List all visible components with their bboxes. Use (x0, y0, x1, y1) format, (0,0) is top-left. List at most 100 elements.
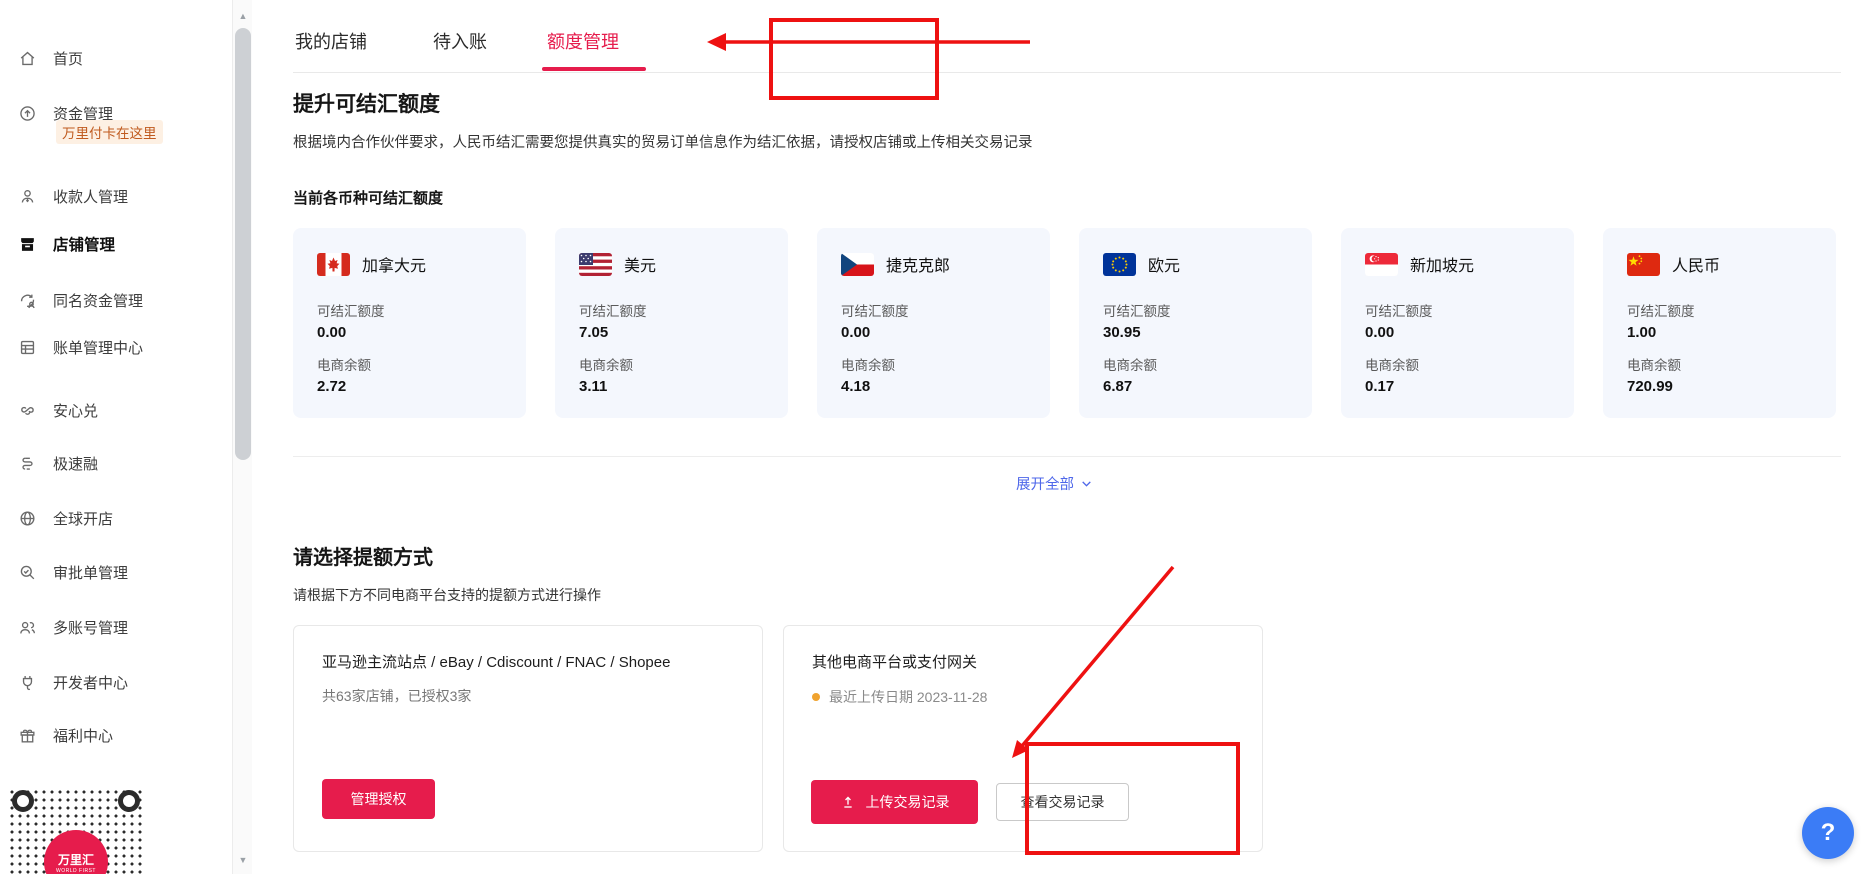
scrollbar-thumb[interactable] (235, 28, 251, 460)
upload-records-button[interactable]: 上传交易记录 (811, 780, 978, 824)
sidebar-item-welfare[interactable]: 福利中心 (18, 723, 113, 747)
expand-all-link[interactable]: 展开全部 (1016, 473, 1093, 494)
currency-name: 人民币 (1672, 252, 1720, 276)
sidebar-item-same-name-funds[interactable]: 同名资金管理 (18, 288, 143, 312)
gift-icon (18, 726, 37, 745)
limit-value: 0.00 (317, 324, 526, 341)
platform-card-title: 亚马逊主流站点 / eBay / Cdiscount / FNAC / Shop… (322, 651, 670, 672)
section-title-quota: 提升可结汇额度 (293, 88, 440, 118)
currency-name: 新加坡元 (1410, 252, 1474, 276)
sidebar-item-label: 极速融 (53, 453, 98, 474)
tab-my-shops[interactable]: 我的店铺 (295, 28, 367, 54)
sidebar-item-shop[interactable]: 店铺管理 (18, 232, 115, 256)
home-icon (18, 49, 37, 68)
balance-label: 电商余额 (1365, 354, 1574, 374)
limit-label: 可结汇额度 (841, 300, 1050, 320)
tab-quota-management[interactable]: 额度管理 (547, 28, 619, 54)
balance-label: 电商余额 (317, 354, 526, 374)
sidebar-item-label: 账单管理中心 (53, 337, 143, 358)
view-records-button[interactable]: 查看交易记录 (996, 783, 1129, 821)
qr-logo: 万里汇 WORLD FIRST (44, 830, 108, 874)
platform-card-subtitle: 共63家店铺，已授权3家 (322, 686, 471, 706)
qr-logo-text: 万里汇 (58, 851, 94, 868)
sidebar-item-label: 福利中心 (53, 725, 113, 746)
china-flag-icon (1627, 253, 1660, 276)
main-content: 我的店铺 待入账 额度管理 提升可结汇额度 根据境内合作伙伴要求，人民币结汇需要… (252, 0, 1861, 874)
other-card-title: 其他电商平台或支付网关 (812, 651, 977, 672)
expand-all-label: 展开全部 (1016, 473, 1074, 494)
vertical-scrollbar[interactable]: ▲ ▼ (232, 0, 252, 874)
limit-label: 可结汇额度 (317, 300, 526, 320)
czech-flag-icon (841, 253, 874, 276)
currency-quota-subtitle: 当前各币种可结汇额度 (293, 187, 443, 208)
limit-label: 可结汇额度 (579, 300, 788, 320)
plug-icon (18, 673, 37, 692)
upload-icon (840, 794, 856, 810)
currency-card-eur: 欧元 可结汇额度 30.95 电商余额 6.87 (1079, 228, 1312, 418)
currency-card-sgd: 新加坡元 可结汇额度 0.00 电商余额 0.17 (1341, 228, 1574, 418)
sidebar-item-anxin-exchange[interactable]: 安心兑 (18, 398, 98, 422)
last-upload-date: 最近上传日期 2023-11-28 (829, 687, 987, 707)
limit-value: 0.00 (841, 324, 1050, 341)
limit-value: 1.00 (1627, 324, 1836, 341)
approval-search-check-icon (18, 563, 37, 582)
sidebar-item-label: 审批单管理 (53, 562, 128, 583)
qr-finder-ring (12, 790, 34, 812)
funds-up-icon (18, 104, 37, 123)
currency-card-cad: 加拿大元 可结汇额度 0.00 电商余额 2.72 (293, 228, 526, 418)
sidebar-item-bill-center[interactable]: 账单管理中心 (18, 335, 143, 359)
sidebar: 首页 资金管理 万里付卡在这里 收款人管理 店铺管理 同名资金管理 账单管理中心… (0, 0, 232, 874)
sidebar-item-multi-account[interactable]: 多账号管理 (18, 615, 128, 639)
active-tab-underline (542, 67, 646, 71)
transfer-person-icon (18, 291, 37, 310)
tabs-divider (293, 72, 1841, 73)
sidebar-item-label: 开发者中心 (53, 672, 128, 693)
sidebar-item-label: 安心兑 (53, 400, 98, 421)
balance-label: 电商余额 (1627, 354, 1836, 374)
limit-label: 可结汇额度 (1103, 300, 1312, 320)
section-description-method: 请根据下方不同电商平台支持的提额方式进行操作 (293, 585, 601, 605)
upload-records-label: 上传交易记录 (866, 792, 950, 812)
sidebar-item-speed-loan[interactable]: 极速融 (18, 451, 98, 475)
tab-pending[interactable]: 待入账 (433, 28, 487, 54)
currency-name: 捷克克郎 (886, 252, 950, 276)
singapore-flag-icon (1365, 253, 1398, 276)
sidebar-item-label: 店铺管理 (53, 233, 115, 255)
last-upload-row: 最近上传日期 2023-11-28 (812, 687, 987, 707)
scrollbar-down-arrow[interactable]: ▼ (233, 850, 253, 870)
scrollbar-up-arrow[interactable]: ▲ (233, 6, 253, 26)
balance-value: 2.72 (317, 378, 526, 395)
payee-person-icon (18, 187, 37, 206)
sidebar-item-developer[interactable]: 开发者中心 (18, 670, 128, 694)
currency-card-row: 加拿大元 可结汇额度 0.00 电商余额 2.72 美元 可结汇额度 7.05 … (293, 228, 1836, 418)
eu-flag-icon (1103, 253, 1136, 276)
sidebar-item-label: 同名资金管理 (53, 290, 143, 311)
balance-value: 720.99 (1627, 378, 1836, 395)
help-button[interactable]: ? (1802, 807, 1854, 859)
sidebar-item-approval[interactable]: 审批单管理 (18, 560, 128, 584)
sidebar-item-payee[interactable]: 收款人管理 (18, 184, 128, 208)
balance-value: 4.18 (841, 378, 1050, 395)
currency-card-usd: 美元 可结汇额度 7.05 电商余额 3.11 (555, 228, 788, 418)
sidebar-item-label: 多账号管理 (53, 617, 128, 638)
section-description-quota: 根据境内合作伙伴要求，人民币结汇需要您提供真实的贸易订单信息作为结汇依据，请授权… (293, 131, 1033, 152)
limit-value: 7.05 (579, 324, 788, 341)
sidebar-item-label: 全球开店 (53, 508, 113, 529)
manage-auth-button[interactable]: 管理授权 (322, 779, 435, 819)
usa-flag-icon (579, 253, 612, 276)
sidebar-item-global-store[interactable]: 全球开店 (18, 506, 113, 530)
limit-value: 30.95 (1103, 324, 1312, 341)
balance-label: 电商余额 (1103, 354, 1312, 374)
balance-label: 电商余额 (579, 354, 788, 374)
limit-label: 可结汇额度 (1365, 300, 1574, 320)
sidebar-item-home[interactable]: 首页 (18, 46, 83, 70)
bill-table-icon (18, 338, 37, 357)
platform-auth-card: 亚马逊主流站点 / eBay / Cdiscount / FNAC / Shop… (293, 625, 763, 852)
currency-name: 美元 (624, 252, 656, 276)
currency-card-czk: 捷克克郎 可结汇额度 0.00 电商余额 4.18 (817, 228, 1050, 418)
limit-value: 0.00 (1365, 324, 1574, 341)
qr-finder-ring (118, 790, 140, 812)
currency-card-cny: 人民币 可结汇额度 1.00 电商余额 720.99 (1603, 228, 1836, 418)
sidebar-item-label: 首页 (53, 48, 83, 69)
sidebar-item-label: 收款人管理 (53, 186, 128, 207)
